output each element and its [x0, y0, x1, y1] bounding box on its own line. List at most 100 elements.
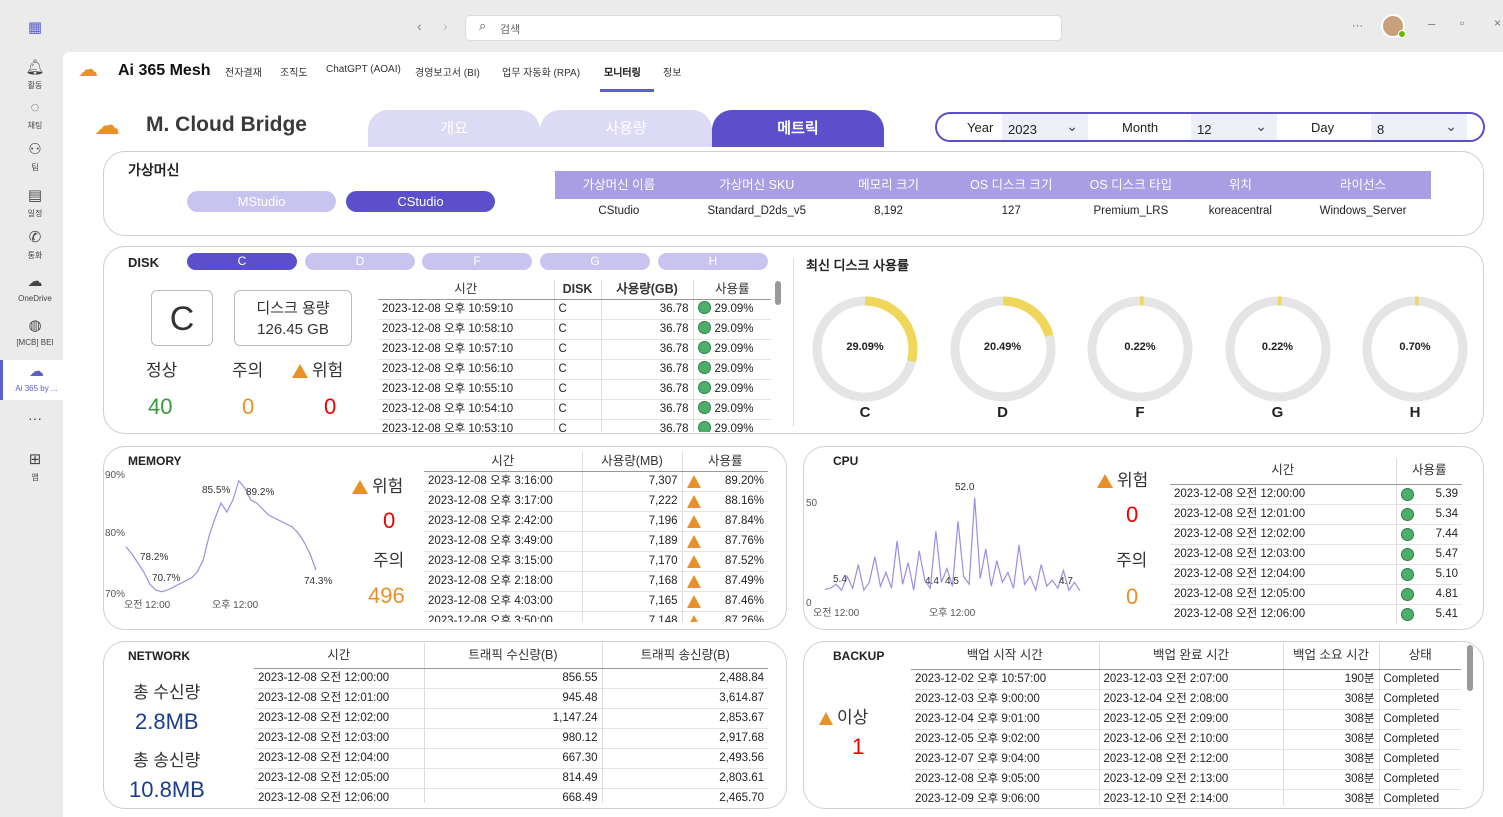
status-ok-icon	[697, 321, 711, 334]
gauge-value: 20.49%	[983, 341, 1022, 353]
day-select[interactable]: 8 ⌄	[1371, 114, 1467, 140]
table-cell: 2023-12-08 오후 10:58:10	[382, 323, 514, 335]
disk-tab-g[interactable]: G	[540, 253, 650, 270]
nav-monitoring[interactable]: 모니터링	[604, 64, 641, 79]
table-cell: 2023-12-02 오후 10:57:00	[915, 672, 1047, 685]
table-cell: 2023-12-08 오후 3:50:00	[428, 615, 553, 622]
rail-calendar[interactable]: ▤ 일정	[0, 186, 70, 219]
search-input[interactable]: 검색	[465, 15, 1062, 41]
table-cell: 36.78	[600, 319, 693, 340]
disk-tab-c[interactable]: C	[187, 253, 297, 270]
memory-table: 시간 사용량(MB) 사용률 2023-12-08 오후 3:16:00 7,30…	[424, 452, 774, 622]
table-cell: 308분	[1282, 689, 1379, 709]
disk-tab-h[interactable]: H	[658, 253, 768, 270]
table-cell: 2023-12-08 오전 12:04:00	[258, 751, 390, 764]
rail-calls[interactable]: ✆ 통화	[0, 228, 70, 261]
network-col-time[interactable]: 시간	[254, 643, 424, 669]
rail-ai365[interactable]: ☁ Ai 365 by ...	[0, 360, 70, 400]
usage-cell: 29.09%	[692, 419, 771, 432]
table-row: CStudio Standard_D2ds_v5 8,192 127 Premi…	[555, 199, 1431, 223]
rail-apps[interactable]: ⊞ 앱	[0, 450, 70, 483]
cpu-warning-value: 0	[1126, 584, 1139, 609]
restore-icon[interactable]: ▫	[1460, 16, 1464, 30]
vm-button-mstudio[interactable]: MStudio	[187, 191, 336, 212]
vm-col-os-disk-size: OS 디스크 크기	[969, 177, 1053, 192]
usage-rate: 29.09%	[714, 383, 754, 395]
table-row: 2023-12-03 오후 9:00:00 2023-12-04 오전 2:08:…	[911, 689, 1461, 709]
tab-usage[interactable]: 사용량	[540, 110, 712, 147]
table-row: 2023-12-08 오후 10:54:10 C 36.78 29.09%	[378, 399, 771, 420]
table-cell: 2023-12-08 오전 12:00:00	[1174, 487, 1306, 500]
table-cell: C	[553, 379, 601, 400]
data-label: 85.5%	[202, 485, 230, 496]
rail-teams[interactable]: ⚇ 팀	[0, 140, 70, 173]
usage-cell: 87.46%	[681, 591, 768, 612]
table-cell: 2,465.70	[601, 788, 768, 803]
cpu-warning-label: 주의	[1116, 551, 1148, 570]
month-select[interactable]: 12 ⌄	[1191, 114, 1277, 140]
table-cell: 2,493.56	[601, 748, 768, 768]
disk-col-disk[interactable]: DISK	[553, 280, 601, 300]
table-cell: 2023-12-08 오전 12:05:00	[1174, 587, 1306, 600]
rail-onedrive[interactable]: ☁ OneDrive	[0, 272, 70, 303]
data-label: 4.5	[945, 576, 959, 587]
disk-col-rate[interactable]: 사용률	[692, 280, 771, 300]
network-col-tx[interactable]: 트래픽 송신량(B)	[601, 643, 768, 669]
disk-col-usage[interactable]: 사용량(GB)	[600, 280, 693, 300]
backup-col-end[interactable]: 백업 완료 시간	[1098, 643, 1283, 670]
memory-col-usage[interactable]: 사용량(MB)	[581, 452, 682, 472]
table-cell: 2023-12-08 오전 12:03:00	[258, 731, 390, 744]
disk-col-time[interactable]: 시간	[378, 280, 554, 300]
cpu-col-rate[interactable]: 사용률	[1395, 458, 1462, 485]
more-apps-button[interactable]: ···	[0, 410, 70, 426]
teams-logo-icon[interactable]: ▦	[0, 18, 70, 40]
usage-cell: 5.10	[1395, 564, 1462, 584]
table-row: 2023-12-08 오후 10:56:10 C 36.78 29.09%	[378, 359, 771, 380]
table-cell: 308분	[1282, 729, 1379, 749]
cpu-title: CPU	[833, 454, 859, 468]
back-arrow-icon[interactable]: ‹	[417, 18, 422, 34]
rail-chat[interactable]: ◌ 채팅	[0, 98, 70, 131]
network-col-rx[interactable]: 트래픽 수신량(B)	[423, 643, 602, 669]
cpu-col-time[interactable]: 시간	[1170, 458, 1396, 485]
table-cell: 980.12	[423, 728, 602, 748]
warning-icon	[1097, 474, 1113, 488]
year-select[interactable]: 2023 ⌄	[1002, 114, 1088, 140]
disk-tab-d[interactable]: D	[305, 253, 415, 270]
memory-warning-value: 496	[368, 583, 405, 608]
nav-chatgpt[interactable]: ChatGPT (AOAI)	[326, 64, 401, 75]
vm-button-cstudio[interactable]: CStudio	[346, 191, 495, 212]
nav-approval[interactable]: 전자결재	[225, 64, 262, 79]
table-cell: Completed	[1378, 689, 1461, 709]
rail-activity[interactable]: 🔔︎ 활동	[0, 58, 70, 91]
rail-mcb[interactable]: ◍ [MCB] BEI	[0, 316, 70, 347]
minimize-icon[interactable]: –	[1428, 16, 1435, 31]
forward-arrow-icon[interactable]: ›	[443, 18, 448, 34]
nav-report[interactable]: 경영보고서 (BI)	[415, 64, 480, 79]
scrollbar[interactable]	[775, 281, 781, 305]
nav-org-chart[interactable]: 조직도	[280, 64, 308, 79]
table-cell: 2023-12-08 오후 9:05:00	[915, 772, 1040, 785]
table-cell: 1,147.24	[423, 708, 602, 728]
close-icon[interactable]: ×	[1494, 16, 1501, 30]
vm-col-sku: 가상머신 SKU	[719, 177, 795, 192]
rail-label: 팀	[31, 163, 39, 172]
backup-col-status[interactable]: 상태	[1378, 643, 1461, 670]
backup-col-duration[interactable]: 백업 소요 시간	[1282, 643, 1379, 670]
memory-col-time[interactable]: 시간	[424, 452, 582, 472]
memory-col-rate[interactable]: 사용률	[681, 452, 768, 472]
gauge-label: H	[1409, 404, 1421, 421]
table-cell: 2,853.67	[601, 708, 768, 728]
scrollbar[interactable]	[1467, 645, 1473, 691]
nav-info[interactable]: 정보	[663, 64, 681, 79]
disk-tab-f[interactable]: F	[422, 253, 532, 270]
warning-icon	[292, 364, 308, 378]
tab-metrics[interactable]: 메트릭	[712, 110, 884, 147]
backup-col-start[interactable]: 백업 시작 시간	[911, 643, 1099, 670]
more-options-button[interactable]: ···	[1352, 20, 1363, 32]
backup-table: 백업 시작 시간 백업 완료 시간 백업 소요 시간 상태 2023-12-02…	[911, 643, 1467, 805]
tab-overview[interactable]: 개요	[368, 110, 540, 147]
search-icon: ⌕	[479, 18, 487, 33]
nav-rpa[interactable]: 업무 자동화 (RPA)	[502, 64, 580, 79]
table-cell: 2023-12-08 오후 3:15:00	[428, 555, 553, 567]
